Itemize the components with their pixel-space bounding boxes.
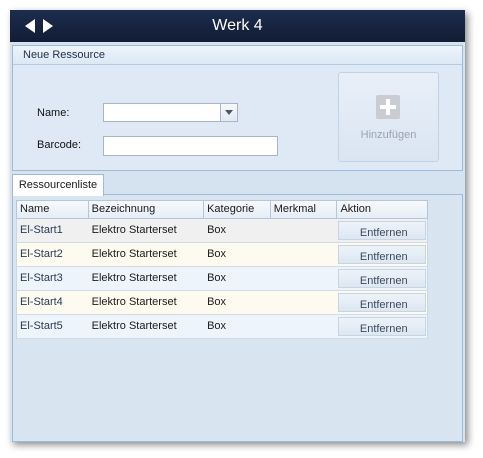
chevron-down-icon (225, 110, 233, 115)
cell-name: El-Start5 (20, 320, 63, 332)
cell-name: El-Start4 (20, 296, 63, 308)
name-label: Name: (37, 107, 70, 119)
remove-button[interactable]: Entfernen (338, 293, 426, 312)
barcode-label: Barcode: (37, 139, 82, 151)
cell-aktion: Entfernen (337, 267, 427, 290)
cell-name: El-Start2 (20, 248, 63, 260)
tab-ressourcenliste[interactable]: Ressourcenliste (12, 174, 104, 196)
cell-merkmal (271, 243, 338, 266)
cell-bezeichnung: Elektro Starterset (91, 224, 177, 236)
remove-button[interactable]: Entfernen (338, 245, 426, 264)
table-row[interactable]: El-Start1 Elektro Starterset Box Entfern… (16, 219, 428, 243)
cell-bezeichnung: Elektro Starterset (91, 320, 177, 332)
column-header-merkmal[interactable]: Merkmal (271, 201, 338, 218)
cell-bezeichnung: Elektro Starterset (91, 296, 177, 308)
cell-name: El-Start1 (20, 224, 63, 236)
column-header-name[interactable]: Name (17, 201, 89, 218)
app-window: Werk 4 Neue Ressource Name: Barcode: Hin… (10, 10, 465, 442)
cell-kategorie: Box (207, 224, 227, 236)
cell-merkmal (271, 315, 338, 338)
grid-header: Name Bezeichnung Kategorie Merkmal Aktio… (16, 200, 428, 219)
cell-aktion: Entfernen (337, 219, 427, 242)
window-title: Werk 4 (212, 17, 263, 34)
cell-bezeichnung: Elektro Starterset (91, 272, 177, 284)
cell-merkmal (271, 267, 338, 290)
column-header-bezeichnung[interactable]: Bezeichnung (89, 201, 205, 218)
table-row[interactable]: El-Start5 Elektro Starterset Box Entfern… (16, 315, 428, 339)
group-title: Neue Ressource (13, 46, 462, 65)
remove-button[interactable]: Entfernen (338, 317, 426, 336)
cell-aktion: Entfernen (337, 291, 427, 314)
table-row[interactable]: El-Start3 Elektro Starterset Box Entfern… (16, 267, 428, 291)
cell-aktion: Entfernen (337, 243, 427, 266)
name-combobox[interactable] (103, 103, 238, 122)
title-bar: Werk 4 (10, 10, 465, 42)
remove-button[interactable]: Entfernen (338, 221, 426, 240)
dropdown-button[interactable] (220, 104, 237, 121)
barcode-input[interactable] (103, 136, 278, 156)
table-row[interactable]: El-Start4 Elektro Starterset Box Entfern… (16, 291, 428, 315)
cell-merkmal (271, 219, 338, 242)
table-row[interactable]: El-Start2 Elektro Starterset Box Entfern… (16, 243, 428, 267)
resource-list-panel: Name Bezeichnung Kategorie Merkmal Aktio… (12, 194, 463, 442)
add-button-label: Hinzufügen (360, 129, 417, 141)
plus-icon (376, 95, 400, 119)
resource-grid: Name Bezeichnung Kategorie Merkmal Aktio… (16, 200, 428, 339)
cell-kategorie: Box (207, 272, 227, 284)
cell-aktion: Entfernen (337, 315, 427, 338)
cell-bezeichnung: Elektro Starterset (91, 248, 177, 260)
cell-kategorie: Box (207, 248, 227, 260)
cell-merkmal (271, 291, 338, 314)
new-resource-group: Neue Ressource Name: Barcode: Hinzufügen (12, 45, 463, 171)
cell-kategorie: Box (207, 320, 227, 332)
column-header-aktion[interactable]: Aktion (337, 201, 427, 218)
remove-button[interactable]: Entfernen (338, 269, 426, 288)
cell-name: El-Start3 (20, 272, 63, 284)
add-button[interactable]: Hinzufügen (338, 72, 439, 162)
cell-kategorie: Box (207, 296, 227, 308)
column-header-kategorie[interactable]: Kategorie (204, 201, 271, 218)
